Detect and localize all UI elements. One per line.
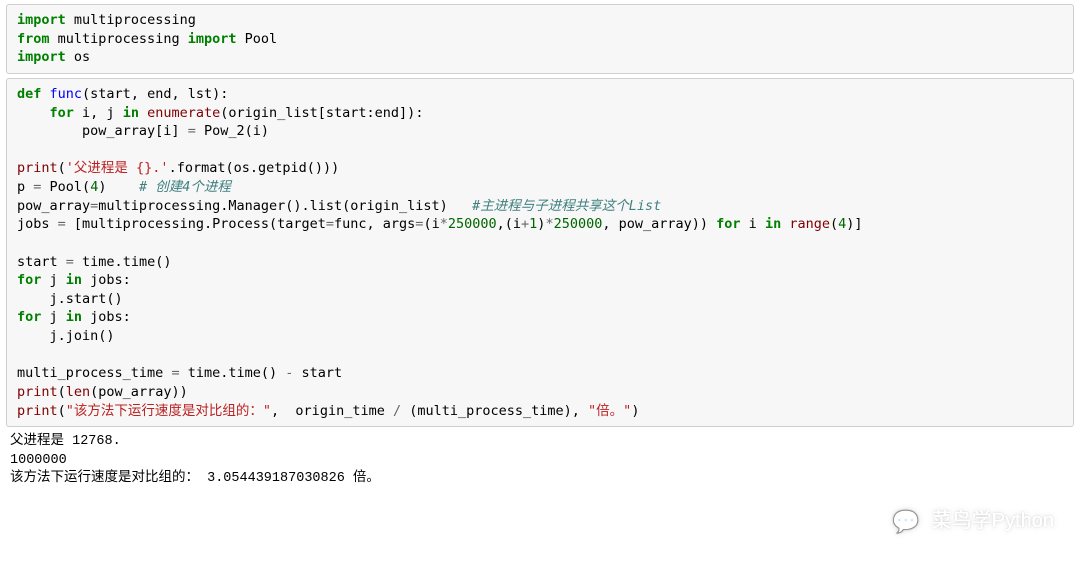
string-speed-ratio: "该方法下运行速度是对比组的：" [66,403,271,419]
watermark-text: 菜鸟学Python [932,508,1054,536]
output-block: 父进程是 12768. 1000000 该方法下运行速度是对比组的： 3.054… [10,433,1070,489]
code-block-1: import multiprocessing from multiprocess… [7,5,1073,73]
kw-import: import [17,49,66,65]
comment-shared-list: #主进程与子进程共享这个List [472,198,661,214]
code-cell-imports: import multiprocessing from multiprocess… [6,4,1074,74]
kw-import: import [17,12,66,28]
wechat-icon: 💬 [890,506,922,538]
kw-def: def [17,86,41,102]
fn-name: func [50,86,83,102]
kw-from: from [17,31,50,47]
watermark: 💬 菜鸟学Python [890,506,1054,538]
code-block-2: def func(start, end, lst): for i, j in e… [7,79,1073,426]
output-line-3: 该方法下运行速度是对比组的： 3.054439187030826 倍。 [10,471,380,486]
comment-create-4-proc: # 创建4个进程 [139,179,231,195]
code-cell-main: def func(start, end, lst): for i, j in e… [6,78,1074,427]
output-line-2: 1000000 [10,453,67,468]
string-parent-proc: '父进程是 {}.' [66,160,169,176]
kw-import: import [188,31,237,47]
output-line-1: 父进程是 12768. [10,434,121,449]
